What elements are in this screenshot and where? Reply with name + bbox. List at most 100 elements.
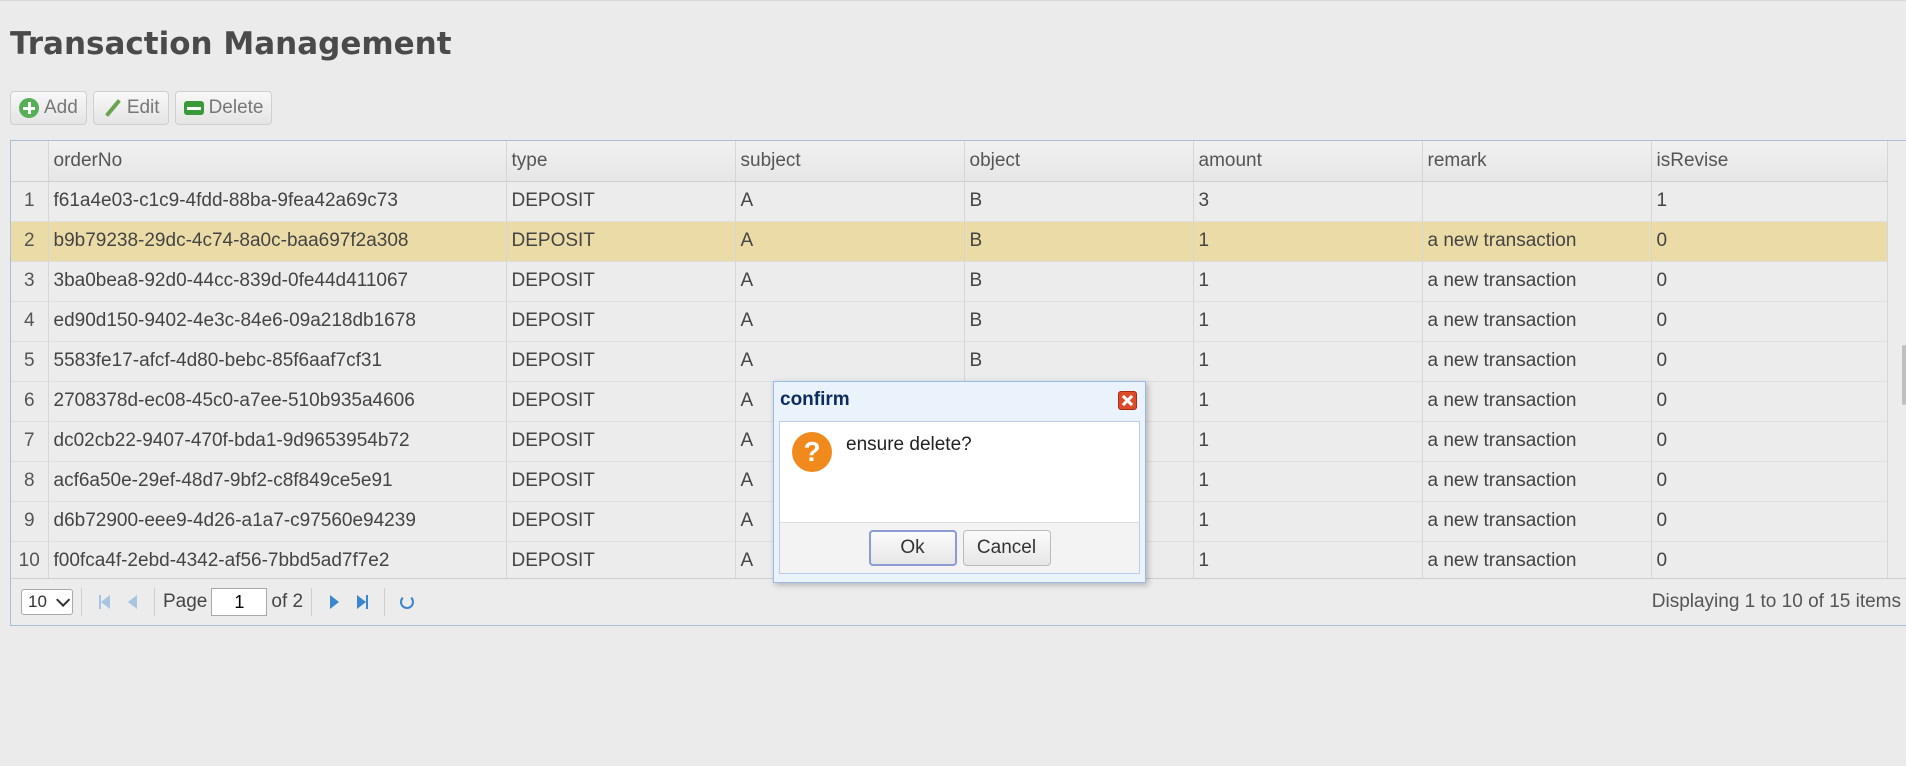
cell-amount: 1 [1193,501,1423,542]
cell-orderno: 2708378d-ec08-45c0-a7ee-510b935a4606 [48,381,507,422]
cell-amount: 1 [1193,341,1423,382]
table-header-row: orderNo type subject object amount remark isRe… [11,141,1888,182]
cell-remark: a new transaction [1422,461,1652,502]
last-page-icon-bar [365,595,368,609]
cell-subject: A [735,221,965,262]
remove-icon [183,101,204,115]
cell-type: DEPOSIT [506,541,736,582]
page-title: Transaction Management [10,26,452,62]
pager-separator [81,588,82,616]
column-header-object[interactable]: object [964,141,1194,182]
cell-remark: a new transaction [1422,421,1652,462]
delete-button[interactable]: Delete [174,91,273,125]
cell-type: DEPOSIT [506,221,736,262]
cell-orderno: acf6a50e-29ef-48d7-9bf2-c8f849ce5e91 [48,461,507,502]
cell-amount: 1 [1193,421,1423,462]
cell-remark: a new transaction [1422,501,1652,542]
cell-amount: 1 [1193,221,1423,262]
cell-type: DEPOSIT [506,381,736,422]
pagination-info: Displaying 1 to 10 of 15 items [1651,591,1901,612]
last-page-icon [356,595,366,609]
cancel-button[interactable]: Cancel [962,530,1051,566]
column-header-subject[interactable]: subject [735,141,965,182]
cell-amount: 1 [1193,261,1423,302]
cell-isrevise: 0 [1651,501,1888,542]
cell-object: B [964,261,1194,302]
cell-remark: a new transaction [1422,301,1652,342]
page-scrollbar[interactable] [1902,345,1906,405]
table-row[interactable]: 3 3ba0bea8-92d0-44cc-839d-0fe44d411067 DEP… [11,261,1888,302]
column-header-amount[interactable]: amount [1193,141,1423,182]
add-button-label: Add [44,97,78,118]
prev-page-button[interactable] [118,588,146,616]
cell-orderno: ed90d150-9402-4e3c-84e6-09a218db1678 [48,301,507,342]
cell-object: B [964,301,1194,342]
close-icon[interactable] [1118,391,1137,410]
pager-separator [154,588,155,616]
toolbar: Add Edit Delete [10,91,273,127]
next-page-button[interactable] [320,588,348,616]
page-number-input[interactable] [211,588,268,616]
row-number-cell: 8 [11,461,49,502]
edit-button[interactable]: Edit [92,91,169,125]
pencil-icon [102,98,122,118]
ok-button[interactable]: Ok [868,530,957,566]
dialog-title: confirm [780,389,850,410]
page-count-label: of 2 [271,591,304,612]
add-button[interactable]: Add [10,91,87,125]
table-row[interactable]: 1 f61a4e03-c1c9-4fdd-88ba-9fea42a69c73 DEP… [11,181,1888,222]
row-number-cell: 4 [11,301,49,342]
cell-remark: a new transaction [1422,261,1652,302]
cell-type: DEPOSIT [506,261,736,302]
table-row[interactable]: 4 ed90d150-9402-4e3c-84e6-09a218db1678 DEP… [11,301,1888,342]
refresh-button[interactable] [393,588,421,616]
table-row[interactable]: 2 b9b79238-29dc-4c74-8a0c-baa697f2a308 DEP… [11,221,1888,262]
cell-orderno: f00fca4f-2ebd-4342-af56-7bbd5ad7f7e2 [48,541,507,582]
prev-page-icon [127,595,137,609]
pager-separator [311,588,313,616]
last-page-button[interactable] [348,588,376,616]
cell-remark: a new transaction [1422,381,1652,422]
refresh-icon [400,595,415,609]
cell-subject: A [735,341,965,382]
row-number-cell: 1 [11,181,49,222]
cell-orderno: 5583fe17-afcf-4d80-bebc-85f6aaf7cf31 [48,341,507,382]
row-number-cell: 10 [11,541,49,582]
first-page-button[interactable] [90,588,118,616]
cell-orderno: dc02cb22-9407-470f-bda1-9d9653954b72 [48,421,507,462]
page-size-select[interactable]: 10 [21,589,73,615]
column-header-remark[interactable]: remark [1422,141,1652,182]
first-page-icon [100,595,110,609]
column-header-isrevise[interactable]: isRevise [1651,141,1888,182]
cell-amount: 1 [1193,461,1423,502]
add-icon [19,98,39,118]
cell-type: DEPOSIT [506,501,736,542]
dialog-body: ? ensure delete? [779,421,1140,522]
cell-subject: A [735,261,965,302]
cell-type: DEPOSIT [506,301,736,342]
cell-type: DEPOSIT [506,421,736,462]
cell-amount: 1 [1193,301,1423,342]
next-page-icon [329,595,339,609]
page-size-value: 10 [28,592,47,611]
column-header-orderno[interactable]: orderNo [48,141,507,182]
cell-remark: a new transaction [1422,541,1652,582]
pager-separator [384,588,386,616]
cell-object: B [964,341,1194,382]
top-divider [0,0,1906,1]
row-number-cell: 6 [11,381,49,422]
cell-remark [1422,181,1652,222]
column-header-type[interactable]: type [506,141,736,182]
page-label: Page [163,591,208,612]
cell-isrevise: 0 [1651,381,1888,422]
cell-isrevise: 0 [1651,421,1888,462]
cell-isrevise: 0 [1651,341,1888,382]
chevron-down-icon [56,592,71,607]
cell-isrevise: 0 [1651,301,1888,342]
table-row[interactable]: 5 5583fe17-afcf-4d80-bebc-85f6aaf7cf31 DEP… [11,341,1888,382]
row-number-header[interactable] [11,141,49,182]
delete-button-label: Delete [208,97,264,118]
dialog-message: ensure delete? [846,434,972,455]
cell-isrevise: 0 [1651,541,1888,582]
cell-subject: A [735,301,965,342]
